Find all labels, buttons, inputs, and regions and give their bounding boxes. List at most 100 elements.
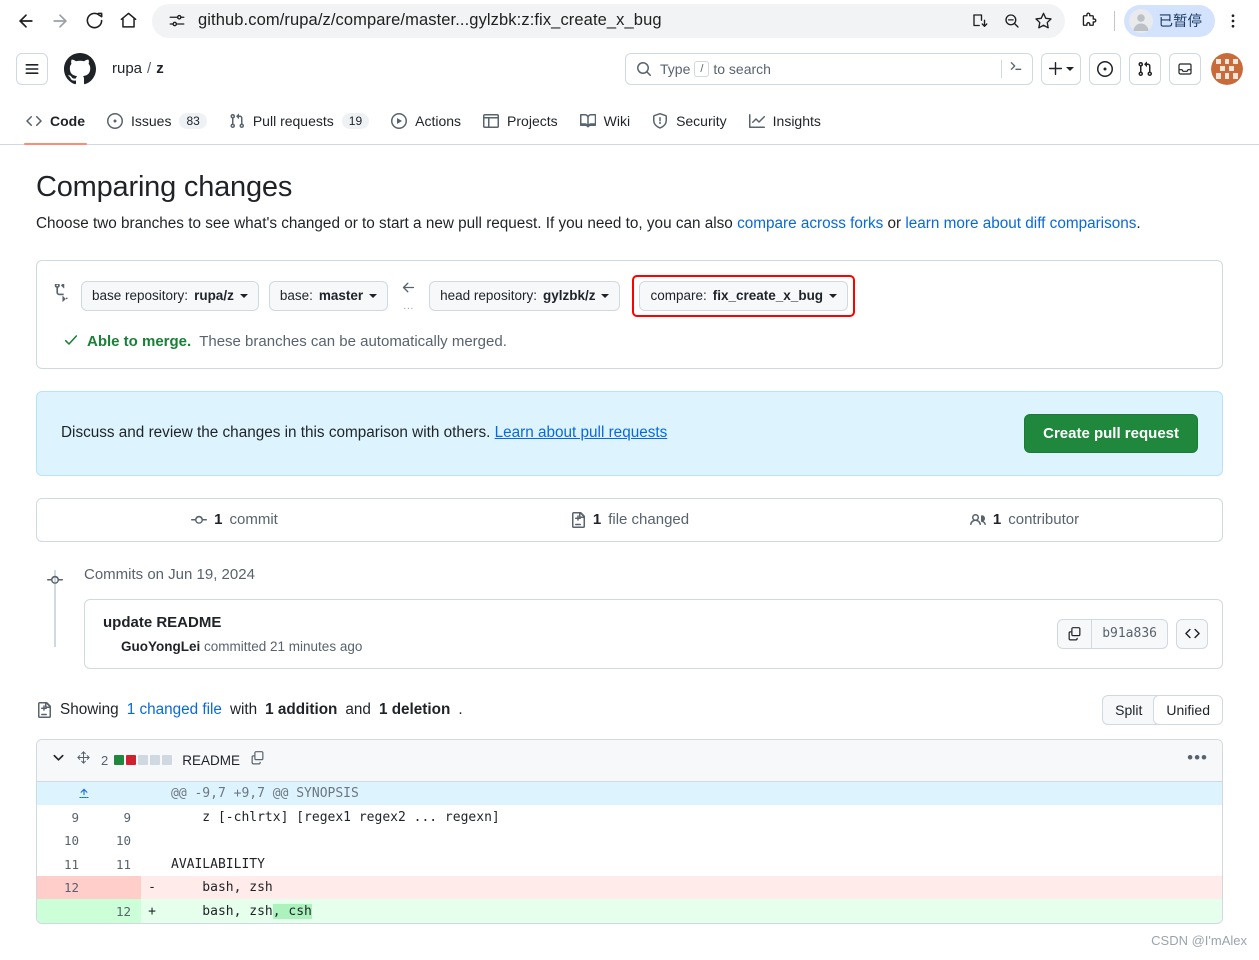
file-diff-icon: [38, 701, 51, 718]
compare-branch-selector[interactable]: compare: fix_create_x_bug: [639, 280, 849, 311]
issue-opened-icon: [1097, 60, 1113, 77]
diff-block-empty: [138, 755, 149, 766]
github-logo-icon[interactable]: [64, 52, 96, 85]
commit-sha-text[interactable]: b91a836: [1092, 620, 1167, 648]
search-placeholder-prefix: Type: [660, 60, 691, 77]
showing-row: Showing 1 changed file with 1 addition a…: [36, 694, 1223, 725]
reload-icon[interactable]: [78, 5, 110, 37]
search-divider: [1001, 59, 1002, 78]
issues-button[interactable]: [1089, 52, 1121, 85]
comparison-stats-bar: 1 commit 1 file changed 1 contributor: [36, 497, 1223, 542]
zoom-out-icon[interactable]: [997, 6, 1027, 36]
repo-tab-projects[interactable]: Projects: [473, 97, 568, 144]
base-repository-label: base repository:: [92, 288, 189, 304]
pull-requests-button[interactable]: [1129, 52, 1161, 85]
extensions-puzzle-icon[interactable]: [1073, 5, 1105, 37]
diff-row-context: 10 10: [37, 829, 1222, 853]
site-settings-icon[interactable]: [166, 10, 188, 32]
user-avatar-icon[interactable]: [1211, 52, 1243, 85]
graph-icon: [748, 113, 765, 128]
browse-code-icon[interactable]: [1176, 618, 1208, 649]
diff-marker: +: [141, 899, 163, 923]
diff-block-add: [114, 755, 125, 766]
breadcrumb: rupa / z: [112, 60, 164, 77]
changed-file-link[interactable]: 1 changed file: [127, 701, 222, 719]
diff-marker: [141, 829, 163, 853]
diff-marker: [141, 852, 163, 876]
create-new-button[interactable]: [1041, 52, 1081, 85]
stat-contributors[interactable]: 1 contributor: [827, 511, 1222, 528]
diff-marker: [141, 781, 163, 806]
stat-commits[interactable]: 1 commit: [37, 511, 432, 528]
expand-diff-icon[interactable]: [76, 750, 91, 770]
page-subtitle: Choose two branches to see what's change…: [36, 213, 1223, 236]
repo-tab-security[interactable]: Security: [642, 97, 737, 144]
base-branch-selector[interactable]: base: master: [268, 280, 389, 311]
copy-path-icon[interactable]: [250, 750, 265, 770]
code-icon: [26, 115, 42, 126]
compare-branches-icon: [53, 282, 71, 307]
url-text[interactable]: github.com/rupa/z/compare/master...gylzb…: [198, 11, 965, 30]
back-arrow-icon[interactable]: [10, 5, 42, 37]
breadcrumb-repo[interactable]: z: [156, 60, 164, 77]
commit-message[interactable]: update README: [103, 614, 362, 631]
play-icon: [391, 112, 408, 129]
diff-line-old: 12: [37, 875, 89, 900]
repo-tab-wiki[interactable]: Wiki: [570, 97, 640, 144]
commit-meta: GuoYongLei committed 21 minutes ago: [103, 639, 362, 654]
expand-up-icon: [37, 787, 131, 801]
diff-code-base: bash, zsh: [171, 903, 273, 919]
repo-tab-pull-requests[interactable]: Pull requests 19: [219, 97, 379, 144]
chrome-menu-icon[interactable]: [1217, 5, 1249, 37]
chevron-down-icon[interactable]: [51, 750, 66, 770]
copy-icon[interactable]: [1058, 619, 1093, 648]
commit-author[interactable]: GuoYongLei: [121, 639, 200, 654]
address-bar[interactable]: github.com/rupa/z/compare/master...gylzb…: [152, 3, 1065, 38]
inbox-button[interactable]: [1169, 52, 1201, 85]
repo-tab-insights[interactable]: Insights: [739, 97, 831, 144]
search-input[interactable]: Type / to search: [625, 52, 1033, 85]
diff-comparisons-link[interactable]: learn more about diff comparisons: [905, 215, 1136, 232]
home-icon[interactable]: [112, 5, 144, 37]
stat-contributors-label: contributor: [1008, 511, 1080, 529]
profile-pill[interactable]: 已暂停: [1123, 4, 1215, 37]
diff-stat: 2: [101, 753, 173, 768]
base-branch-value: master: [318, 288, 364, 304]
commits-date-heading: Commits on Jun 19, 2024: [84, 565, 255, 583]
diff-code: z [-chlrtx] [regex1 regex2 ... regexn]: [171, 809, 500, 825]
head-repository-selector[interactable]: head repository: gylzbk/z: [429, 280, 621, 311]
compare-branch-label: compare:: [650, 288, 707, 304]
stat-files-changed[interactable]: 1 file changed: [432, 511, 827, 528]
breadcrumb-owner[interactable]: rupa: [112, 60, 142, 77]
diff-code: [163, 829, 1222, 853]
create-pull-request-button[interactable]: Create pull request: [1024, 413, 1198, 453]
book-icon: [579, 113, 596, 127]
repo-tab-label: Code: [50, 112, 85, 129]
diff-view-toggle: Split Unified: [1102, 694, 1223, 725]
install-app-icon[interactable]: [965, 6, 995, 36]
base-repository-selector[interactable]: base repository: rupa/z: [81, 280, 259, 311]
hamburger-menu-icon[interactable]: [16, 52, 48, 85]
head-repository-label: head repository:: [440, 288, 537, 304]
compare-across-forks-link[interactable]: compare across forks: [737, 215, 883, 232]
diff-filename[interactable]: README: [182, 753, 240, 768]
diff-view-unified[interactable]: Unified: [1153, 695, 1223, 724]
repo-tab-code[interactable]: Code: [16, 97, 95, 145]
diff-view-split[interactable]: Split: [1103, 696, 1154, 724]
bookmark-star-icon[interactable]: [1029, 6, 1059, 36]
terminal-prompt-icon[interactable]: [1008, 58, 1024, 79]
learn-about-pull-requests-link[interactable]: Learn about pull requests: [495, 424, 668, 441]
diff-code-highlight: , csh: [272, 903, 312, 919]
merge-status: Able to merge. These branches can be aut…: [53, 332, 1206, 352]
repo-tab-issues[interactable]: Issues 83: [97, 97, 217, 144]
repo-tab-actions[interactable]: Actions: [381, 97, 471, 144]
diff-expand-button[interactable]: [37, 781, 141, 806]
file-diff: 2 README ••• @@ -9,7 +9,7 @@ SYNOPSIS 9 …: [36, 738, 1223, 924]
compare-branch-value: fix_create_x_bug: [712, 288, 824, 304]
kebab-menu-icon[interactable]: •••: [1187, 749, 1208, 771]
repo-tab-counter: 83: [179, 112, 207, 129]
subtitle-part-2: or: [883, 215, 906, 232]
repo-tab-label: Wiki: [603, 112, 631, 129]
forward-arrow-icon[interactable]: [44, 5, 76, 37]
github-header: rupa / z Type / to search: [0, 41, 1259, 97]
